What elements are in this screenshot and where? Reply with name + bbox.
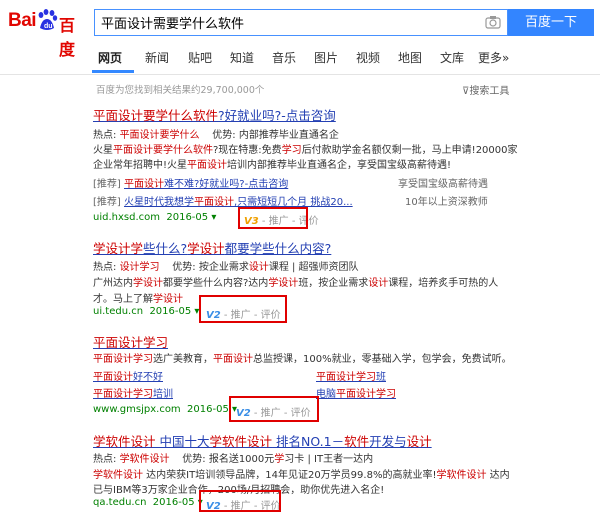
search-box[interactable] bbox=[94, 9, 508, 36]
result-desc: 广州达内学设计都要学些什么内容?达内学设计班，按企业需求设计课程，培养炙手可热的… bbox=[93, 278, 499, 289]
dropdown-arrow-icon: ▾ bbox=[211, 212, 217, 223]
tab-more[interactable]: 更多» bbox=[478, 49, 509, 66]
recommend-note: 享受国宝级高薪待遇 bbox=[398, 179, 488, 190]
sitelink[interactable]: 平面设计学习培训 bbox=[93, 385, 173, 400]
svg-text:du: du bbox=[44, 23, 53, 30]
result-hotline: 热点: 学软件设计 优势: 报名送1000元学习卡 | IT王者一达内 bbox=[93, 454, 374, 465]
tab-map[interactable]: 地图 bbox=[398, 49, 422, 66]
result-desc: 才。马上了解学设计 bbox=[93, 294, 183, 305]
paw-icon: du bbox=[38, 9, 58, 30]
search-input[interactable] bbox=[95, 10, 481, 35]
recommend-note: 10年以上资深教师 bbox=[405, 197, 488, 208]
result-url[interactable]: ui.tedu.cn 2016-05 ▾ bbox=[93, 306, 199, 317]
result-count: 百度为您找到相关结果约29,700,000个 bbox=[96, 85, 265, 96]
result-desc: 火星平面设计要学什么软件?现在特惠:免费学习后付款助学金名额仅剩一批，马上申请!… bbox=[93, 145, 518, 156]
active-tab-indicator bbox=[92, 70, 134, 73]
result-title[interactable]: 平面设计学习 bbox=[93, 332, 168, 351]
tab-wenku[interactable]: 文库 bbox=[440, 49, 464, 66]
tab-tieba[interactable]: 贴吧 bbox=[188, 49, 212, 66]
baidu-logo[interactable]: Bai du 百度 bbox=[8, 6, 88, 59]
result-url[interactable]: www.gmsjpx.com 2016-05 ▾ bbox=[93, 404, 237, 415]
tab-images[interactable]: 图片 bbox=[314, 49, 338, 66]
tab-music[interactable]: 音乐 bbox=[272, 49, 296, 66]
logo-text-bai: Bai bbox=[8, 10, 37, 31]
result-title[interactable]: 平面设计要学什么软件?好就业吗?-点击咨询 bbox=[93, 105, 336, 124]
highlight-box bbox=[199, 490, 281, 512]
highlight-box bbox=[199, 295, 287, 323]
result-title[interactable]: 学设计学些什么?学设计都要学些什么内容? bbox=[93, 238, 331, 257]
sitelink[interactable]: 平面设计学习班 bbox=[316, 368, 386, 383]
tab-web[interactable]: 网页 bbox=[98, 49, 122, 66]
result-hotline: 热点: 平面设计要学什么 优势: 内部推荐毕业直通名企 bbox=[93, 130, 339, 141]
tab-zhidao[interactable]: 知道 bbox=[230, 49, 254, 66]
search-button[interactable]: 百度一下 bbox=[508, 9, 594, 36]
search-tabs: 网页 新闻 贴吧 知道 音乐 图片 视频 地图 文库 更多» bbox=[0, 44, 600, 75]
result-url[interactable]: qa.tedu.cn 2016-05 ▾ bbox=[93, 497, 203, 508]
highlight-box bbox=[238, 207, 308, 229]
tab-news[interactable]: 新闻 bbox=[145, 49, 169, 66]
recommend-row: [推荐] 火星时代我想学平面设计,只需短短几个月 挑战20... bbox=[93, 197, 353, 208]
tab-video[interactable]: 视频 bbox=[356, 49, 380, 66]
camera-icon[interactable] bbox=[485, 15, 501, 29]
sitelink[interactable]: 平面设计好不好 bbox=[93, 368, 163, 383]
search-tools[interactable]: ⊽搜索工具 bbox=[462, 82, 509, 97]
recommend-row: [推荐] 平面设计难不难?好就业吗?-点击咨询 bbox=[93, 179, 289, 190]
result-desc: 企业常年招聘中!火星平面设计培训内部推荐毕业直通名企，享受国宝级高薪待遇! bbox=[93, 160, 452, 171]
recommend-link[interactable]: 平面设计难不难?好就业吗?-点击咨询 bbox=[124, 179, 288, 190]
result-desc: 学软件设计 达内荣获IT培训领导品牌，14年见证20万学员99.8%的高就业率!… bbox=[93, 470, 510, 481]
highlight-box bbox=[229, 396, 319, 422]
sitelink[interactable]: 电脑平面设计学习 bbox=[316, 385, 396, 400]
result-hotline: 热点: 设计学习 优势: 按企业需求设计课程 | 超强师资团队 bbox=[93, 262, 359, 273]
result-url[interactable]: uid.hxsd.com 2016-05 ▾ bbox=[93, 212, 216, 223]
result-desc: 平面设计学习选广美教育，平面设计总监授课，100%就业，零基础入学，包学会，免费… bbox=[93, 354, 512, 365]
result-title[interactable]: 学软件设计 中国十大学软件设计 排名NO.1－软件开发与设计 bbox=[93, 431, 432, 450]
search-tools-label: 搜索工具 bbox=[469, 86, 510, 97]
